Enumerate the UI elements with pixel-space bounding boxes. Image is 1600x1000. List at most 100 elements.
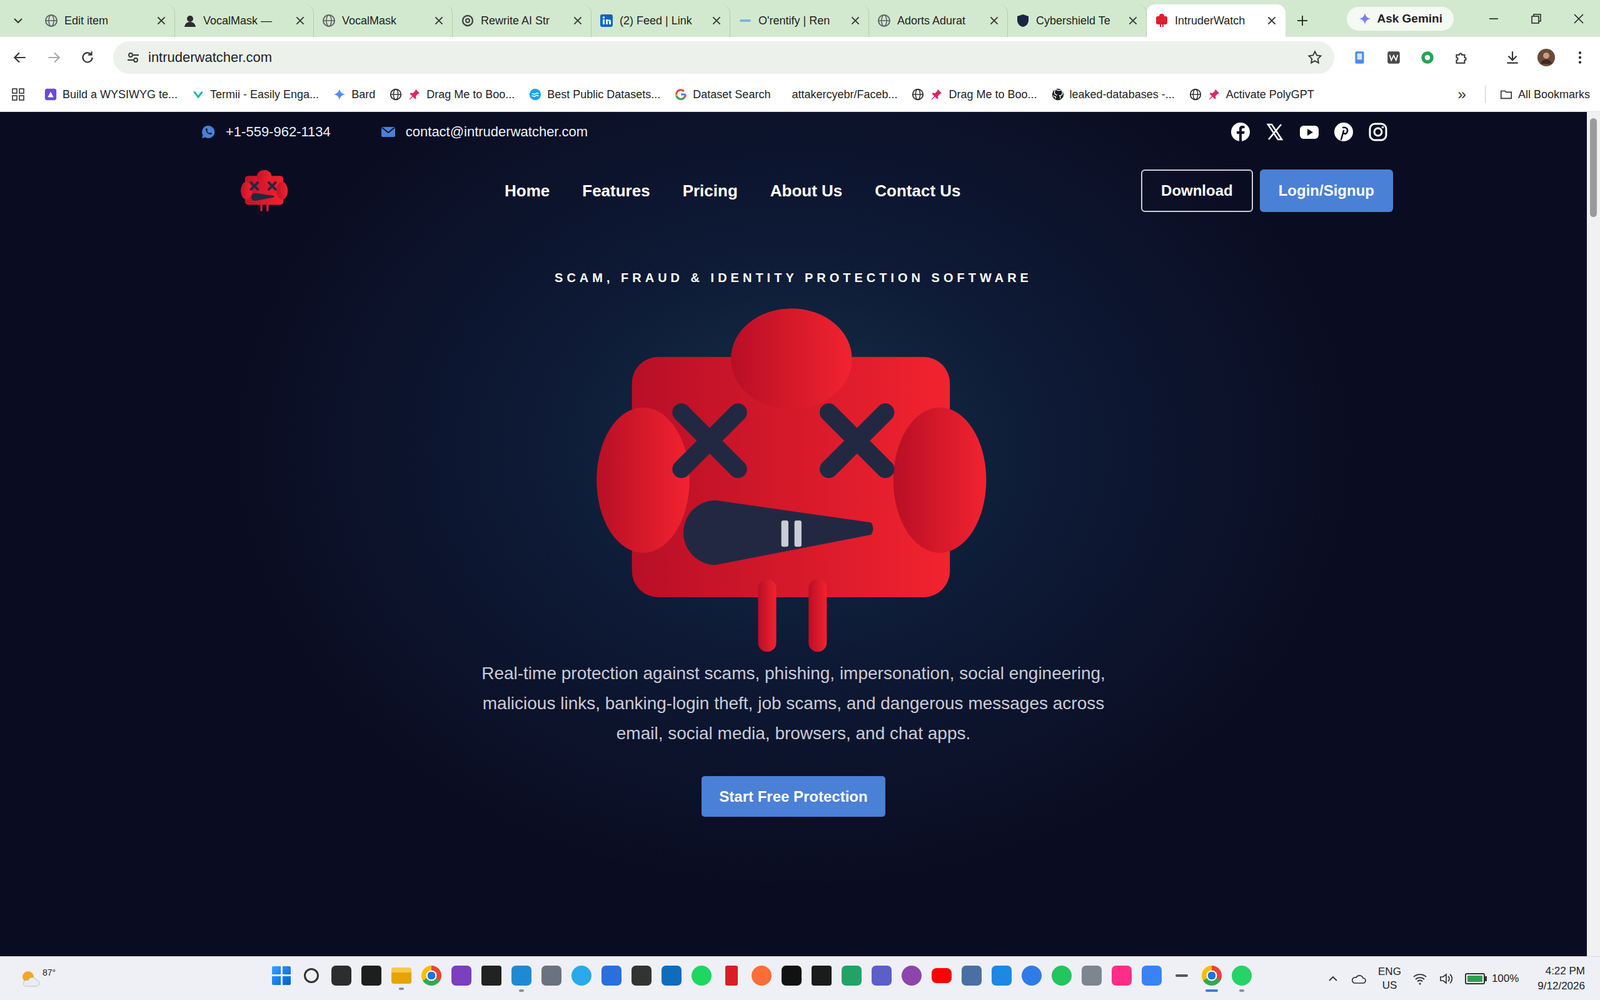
close-icon[interactable]: [1127, 15, 1139, 27]
close-icon[interactable]: [572, 15, 584, 27]
taskbar-app[interactable]: [596, 957, 627, 1000]
taskbar-app[interactable]: [716, 957, 747, 1000]
bookmark-item[interactable]: Activate PolyGPT: [1188, 87, 1315, 102]
minimize-button[interactable]: [1472, 0, 1515, 37]
chevron-up-icon[interactable]: [1326, 972, 1340, 985]
browser-tab[interactable]: Adorts Adurat: [869, 4, 1008, 37]
downloads-button[interactable]: [1495, 40, 1530, 75]
taskbar-app[interactable]: [476, 957, 507, 1000]
browser-tab[interactable]: Rewrite AI Str: [452, 4, 592, 37]
scrollbar[interactable]: [1586, 111, 1600, 956]
new-tab-button[interactable]: [1285, 4, 1320, 37]
taskbar-app[interactable]: [1046, 957, 1077, 1000]
taskbar-app[interactable]: [836, 957, 867, 1000]
apps-grid-icon[interactable]: [11, 87, 26, 102]
taskbar-app[interactable]: [356, 957, 387, 1000]
download-button[interactable]: Download: [1141, 169, 1253, 212]
restore-button[interactable]: [1514, 0, 1558, 37]
bookmark-item[interactable]: Best Public Datasets...: [528, 87, 661, 102]
instagram-icon[interactable]: [1368, 121, 1389, 142]
nav-link[interactable]: Features: [582, 181, 650, 201]
profile-button[interactable]: [1529, 40, 1564, 75]
bookmark-item[interactable]: Dataset Search: [674, 87, 771, 102]
reload-button[interactable]: [70, 40, 105, 75]
taskbar-app[interactable]: [896, 957, 927, 1000]
taskbar-app[interactable]: [956, 957, 987, 1000]
ask-gemini-button[interactable]: Ask Gemini: [1346, 6, 1454, 31]
nav-link[interactable]: Home: [504, 181, 550, 201]
language-indicator[interactable]: ENGUS: [1378, 964, 1402, 993]
all-bookmarks-button[interactable]: All Bookmarks: [1499, 87, 1590, 102]
close-window-button[interactable]: [1557, 0, 1600, 37]
extension-button[interactable]: [1343, 40, 1377, 75]
taskbar-app[interactable]: [746, 957, 777, 1000]
taskbar-app[interactable]: [1016, 957, 1047, 1000]
browser-tab[interactable]: IntruderWatch: [1146, 4, 1286, 37]
weather-widget[interactable]: 87°: [0, 967, 267, 990]
taskbar-app[interactable]: [1106, 957, 1137, 1000]
cloud-icon[interactable]: [1350, 971, 1367, 986]
speaker-icon[interactable]: [1438, 971, 1454, 986]
taskbar-app[interactable]: [506, 957, 537, 1000]
back-button[interactable]: [3, 40, 37, 75]
taskbar-app[interactable]: [386, 957, 417, 1000]
close-icon[interactable]: [988, 15, 1000, 27]
extension-button[interactable]: [1376, 40, 1411, 75]
wifi-icon[interactable]: [1412, 971, 1428, 986]
extension-button[interactable]: [1410, 40, 1445, 75]
pinterest-icon[interactable]: [1333, 121, 1354, 142]
taskbar-app[interactable]: [626, 957, 657, 1000]
browser-tab[interactable]: (2) Feed | Link: [591, 4, 731, 37]
address-bar[interactable]: intruderwatcher.com: [113, 41, 1335, 74]
nav-link[interactable]: Pricing: [682, 181, 738, 201]
taskbar-app[interactable]: [446, 957, 477, 1000]
more-bookmarks-button[interactable]: »: [1453, 85, 1472, 104]
taskbar-app[interactable]: [926, 957, 957, 1000]
clock[interactable]: 4:22 PM9/12/2026: [1537, 963, 1585, 994]
taskbar-app[interactable]: [326, 957, 357, 1000]
start-free-protection-button[interactable]: Start Free Protection: [701, 775, 885, 817]
taskbar-app[interactable]: [266, 957, 297, 1000]
taskbar-app[interactable]: [806, 957, 837, 1000]
taskbar-app[interactable]: [1226, 957, 1257, 1000]
bookmark-item[interactable]: attakercyebr/Faceb...: [784, 87, 898, 102]
taskbar-app[interactable]: [1076, 957, 1107, 1000]
taskbar-app[interactable]: [1136, 957, 1167, 1000]
taskbar-app[interactable]: [686, 957, 717, 1000]
nav-link[interactable]: Contact Us: [874, 181, 961, 201]
star-icon[interactable]: [1306, 49, 1324, 66]
bookmark-item[interactable]: Bard: [332, 87, 376, 102]
taskbar-app[interactable]: [1196, 957, 1227, 1000]
battery-indicator[interactable]: 100%: [1464, 972, 1519, 985]
taskbar-app[interactable]: [776, 957, 807, 1000]
email-link[interactable]: contact@intruderwatcher.com: [380, 123, 588, 141]
bookmark-item[interactable]: leaked-databases -...: [1051, 87, 1175, 102]
taskbar-app[interactable]: [866, 957, 897, 1000]
intruderwatcher-logo-icon[interactable]: [240, 169, 289, 212]
taskbar-app[interactable]: [566, 957, 597, 1000]
browser-tab[interactable]: O'rentify | Ren: [730, 4, 870, 37]
login-signup-button[interactable]: Login/Signup: [1259, 169, 1394, 212]
forward-button[interactable]: [36, 40, 71, 75]
close-icon[interactable]: [294, 15, 306, 27]
close-icon[interactable]: [1266, 15, 1278, 27]
bookmark-item[interactable]: Build a WYSIWYG te...: [43, 87, 178, 102]
facebook-icon[interactable]: [1230, 121, 1251, 142]
nav-link[interactable]: About Us: [770, 181, 843, 201]
close-icon[interactable]: [710, 15, 723, 27]
site-info-icon[interactable]: [125, 50, 141, 66]
bookmark-item[interactable]: Drag Me to Boo...: [388, 87, 515, 102]
browser-tab[interactable]: VocalMask —: [175, 4, 314, 37]
taskbar-app[interactable]: [1166, 957, 1197, 1000]
browser-tab[interactable]: Edit item: [36, 4, 176, 37]
close-icon[interactable]: [849, 15, 861, 27]
taskbar-app[interactable]: [536, 957, 567, 1000]
extensions-button[interactable]: [1444, 40, 1479, 75]
bookmark-item[interactable]: Termii - Easily Enga...: [191, 87, 319, 102]
menu-button[interactable]: [1563, 40, 1597, 75]
scrollbar-thumb[interactable]: [1589, 118, 1597, 217]
x-icon[interactable]: [1264, 121, 1285, 142]
browser-tab[interactable]: Cybershield Te: [1007, 4, 1147, 37]
bookmark-item[interactable]: Drag Me to Boo...: [910, 87, 1037, 102]
tab-search-button[interactable]: [0, 4, 37, 37]
